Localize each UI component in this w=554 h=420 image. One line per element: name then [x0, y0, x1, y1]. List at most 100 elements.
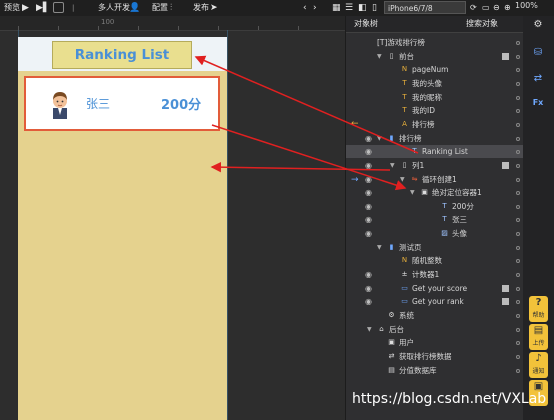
qr-code-icon[interactable] [53, 2, 64, 13]
tree-item[interactable]: ◉ ▼ ▮ 排行榜 [346, 132, 524, 145]
eye-icon[interactable]: ◉ [365, 268, 372, 281]
eye-icon[interactable]: ◉ [365, 132, 372, 145]
tree-item[interactable]: ◉ ▼ ⇋ 循环创建1 [346, 173, 524, 186]
zoom-level[interactable]: 100% [515, 1, 538, 10]
expand-toggle-icon[interactable]: ▼ [410, 186, 415, 199]
layers-icon[interactable]: ◧ [358, 1, 367, 15]
lock-dot-icon[interactable] [516, 123, 520, 127]
expand-toggle-icon[interactable]: ▼ [377, 132, 382, 145]
multiplayer-button[interactable]: 多人开发 [98, 1, 130, 15]
lock-dot-icon[interactable] [516, 82, 520, 86]
align-icon[interactable]: ☰ [345, 1, 353, 15]
phone-icon[interactable]: ▯ [372, 1, 377, 15]
plus-icon[interactable]: ⊕ [504, 1, 511, 15]
upload-button[interactable]: ▤ 上传 [529, 324, 548, 350]
lock-dot-icon[interactable] [516, 355, 520, 359]
expand-toggle-icon[interactable]: ▼ [367, 323, 372, 336]
tree-item[interactable]: ◉ T 200分 [346, 200, 524, 213]
lock-dot-icon[interactable] [516, 341, 520, 345]
play-icon[interactable]: ▶ [22, 1, 29, 15]
tree-item[interactable]: ⚙ 系统 [346, 309, 524, 322]
expand-toggle-icon[interactable]: ▼ [400, 173, 405, 186]
tree-item[interactable]: ◉ ▭ Get your score [346, 282, 524, 295]
expand-toggle-icon[interactable]: ▼ [377, 50, 382, 63]
tab-search-objects[interactable]: 搜索对象 [466, 18, 498, 29]
help-button[interactable]: ? 帮助 [529, 296, 548, 322]
book-icon[interactable] [502, 162, 509, 169]
lock-dot-icon[interactable] [516, 369, 520, 373]
tree-item[interactable]: ◉ ▨ 头像 [346, 227, 524, 240]
tree-item[interactable]: NpageNum [346, 63, 524, 76]
tree-item[interactable]: T 我的ID [346, 104, 524, 117]
eye-icon[interactable]: ◉ [365, 295, 372, 308]
minus-icon[interactable]: ⊖ [493, 1, 500, 15]
ranking-row[interactable]: 张三 200分 [24, 76, 220, 131]
tree-item[interactable]: ◉ ± 计数器1 [346, 268, 524, 281]
lock-dot-icon[interactable] [516, 41, 520, 45]
eye-icon[interactable]: ◉ [365, 200, 372, 213]
function-icon[interactable]: Fx [531, 96, 545, 110]
expand-toggle-icon[interactable]: ▼ [390, 159, 395, 172]
eye-icon[interactable]: ◉ [365, 213, 372, 226]
tree-item[interactable]: ◉ ▭ Get your rank [346, 295, 524, 308]
lock-dot-icon[interactable] [516, 191, 520, 195]
tree-item[interactable]: T 我的头像 [346, 77, 524, 90]
lock-dot-icon[interactable] [516, 96, 520, 100]
tree-item[interactable]: ◉ T 张三 [346, 213, 524, 226]
lock-dot-icon[interactable] [516, 218, 520, 222]
lock-dot-icon[interactable] [516, 232, 520, 236]
lock-dot-icon[interactable] [516, 259, 520, 263]
notify-button[interactable]: ♪ 通知 [529, 352, 548, 378]
settings-icon[interactable]: ⚙ [531, 18, 545, 32]
lock-dot-icon[interactable] [516, 178, 520, 182]
lock-dot-icon[interactable] [516, 164, 520, 168]
eye-icon[interactable]: ◉ [365, 282, 372, 295]
lock-dot-icon[interactable] [516, 300, 520, 304]
data-bind-icon[interactable]: ⛁ [531, 46, 545, 60]
event-icon[interactable]: ⇄ [531, 72, 545, 86]
book-icon[interactable] [502, 53, 509, 60]
eye-icon[interactable]: ◉ [365, 145, 372, 158]
eye-icon[interactable]: ◉ [365, 227, 372, 240]
sliders-icon[interactable]: ⫶ [170, 1, 172, 15]
device-select[interactable]: iPhone6/7/8 375*667 [384, 1, 466, 26]
tree-item[interactable]: ◉ ▼ ▣ 绝对定位容器1 [346, 186, 524, 199]
book-icon[interactable] [502, 285, 509, 292]
lock-dot-icon[interactable] [516, 109, 520, 113]
lock-dot-icon[interactable] [516, 205, 520, 209]
lock-dot-icon[interactable] [516, 137, 520, 141]
phone-small-icon[interactable]: ▭ [482, 1, 490, 15]
phone-preview[interactable]: Ranking List 张三 200分 [18, 37, 227, 420]
tree-item[interactable]: T 我的昵称 [346, 91, 524, 104]
ranking-title[interactable]: Ranking List [52, 41, 192, 69]
tree-item[interactable]: ▼ ▮ 测试页 [346, 241, 524, 254]
chevron-right-icon[interactable]: › [313, 1, 317, 15]
grid-icon[interactable]: ▦ [332, 1, 341, 15]
tree-item[interactable]: ◉ T Ranking List [346, 145, 524, 158]
expand-toggle-icon[interactable]: ▼ [377, 241, 382, 254]
lock-dot-icon[interactable] [516, 68, 520, 72]
chevron-left-icon[interactable]: ‹ [303, 1, 307, 15]
publish-button[interactable]: 发布 [193, 1, 209, 15]
lock-dot-icon[interactable] [516, 150, 520, 154]
lock-dot-icon[interactable] [516, 287, 520, 291]
lock-dot-icon[interactable] [516, 314, 520, 318]
preview-label[interactable]: 预览 [4, 1, 20, 15]
lock-dot-icon[interactable] [516, 273, 520, 277]
tree-item[interactable]: ▣ 用户 [346, 336, 524, 349]
eye-icon[interactable]: ◉ [365, 173, 372, 186]
tab-object-tree[interactable]: 对象树 [354, 18, 378, 29]
tree-item[interactable]: [T]游戏排行榜 [346, 36, 524, 49]
eye-icon[interactable]: ◉ [365, 186, 372, 199]
tree-item[interactable]: N 随机整数 [346, 254, 524, 267]
tree-item[interactable]: A 排行榜 [346, 118, 524, 131]
eye-icon[interactable]: ◉ [365, 159, 372, 172]
tree-item[interactable]: ▼ ▯ 前台 [346, 50, 524, 63]
config-button[interactable]: 配置 [152, 1, 168, 15]
book-icon[interactable] [502, 298, 509, 305]
lock-dot-icon[interactable] [516, 246, 520, 250]
tree-item[interactable]: ⇄ 获取排行榜数据 [346, 350, 524, 363]
lock-dot-icon[interactable] [516, 328, 520, 332]
play-step-icon[interactable]: ▶▌ [36, 1, 50, 15]
tree-item[interactable]: ▼ ⌂ 后台 [346, 323, 524, 336]
